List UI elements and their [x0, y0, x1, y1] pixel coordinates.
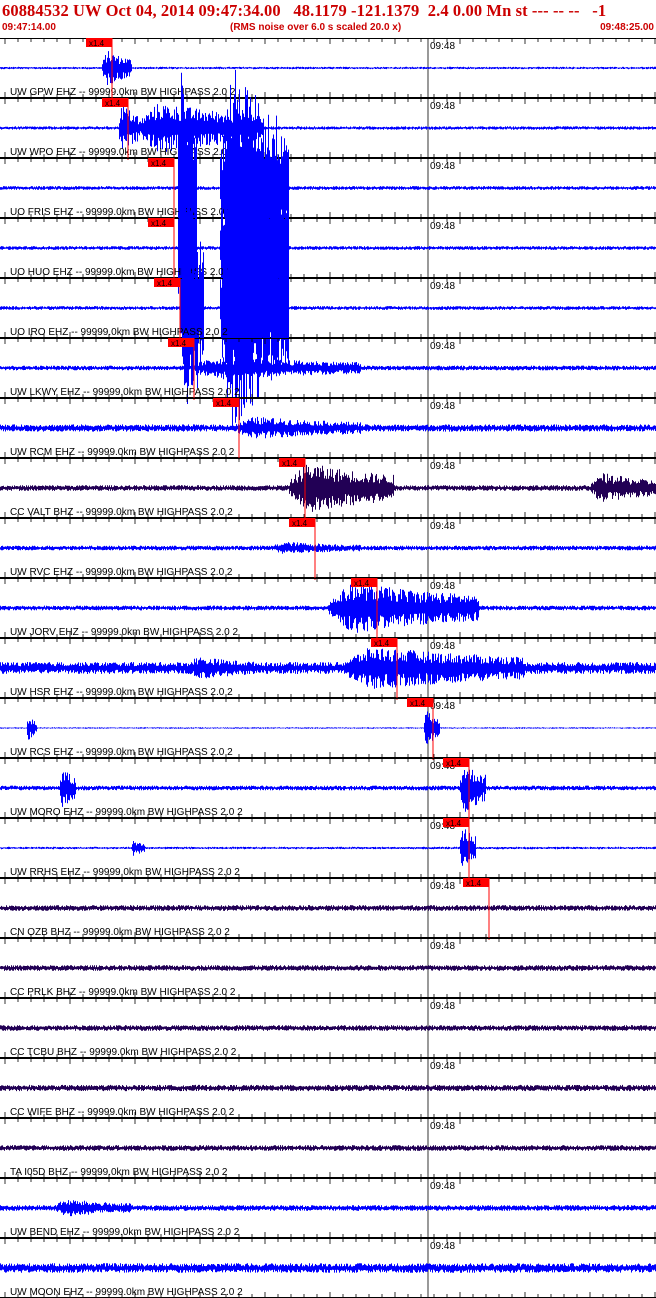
- pick-label: x1.4: [151, 159, 167, 168]
- station-label: UO FRIS EHZ -- 99999.0km BW HIGHPASS 2.0…: [10, 207, 233, 218]
- minute-label: 09:48: [430, 101, 455, 112]
- end-time: 09:48:25.00: [600, 22, 654, 33]
- station-label: CC VALT BHZ -- 99999.0km BW HIGHPASS 2.0…: [10, 507, 233, 518]
- waveform: [0, 464, 656, 512]
- waveform: [0, 905, 656, 911]
- minute-label: 09:48: [430, 941, 455, 952]
- waveform: [0, 1263, 656, 1273]
- trace-row-19: 09:48 UW BEND EHZ -- 99999.0km BW HIGHPAS…: [0, 1178, 656, 1238]
- station-label: UW HSR EHZ -- 99999.0km BW HIGHPASS 2.0 …: [10, 687, 233, 698]
- pick-label: x1.4: [89, 39, 105, 48]
- minute-label: 09:48: [430, 1001, 455, 1012]
- pick-label: x1.4: [216, 399, 232, 408]
- minute-label: 09:48: [430, 581, 455, 592]
- station-label: UW RRHS EHZ -- 99999.0km BW HIGHPASS 2.0…: [10, 867, 240, 878]
- waveform: [0, 1084, 656, 1092]
- minute-label: 09:48: [430, 221, 455, 232]
- station-label: UW RCM EHZ -- 99999.0km BW HIGHPASS 2.0 …: [10, 447, 235, 458]
- waveform: [0, 711, 656, 744]
- waveform: [0, 416, 656, 439]
- station-label: UW RVC EHZ -- 99999.0km BW HIGHPASS 2.0 …: [10, 567, 233, 578]
- pick-label: x1.4: [171, 339, 187, 348]
- waveform: [0, 584, 656, 633]
- pick-label: x1.4: [292, 519, 308, 528]
- station-label: TA I05D BHZ -- 99999.0km BW HIGHPASS 2.0…: [10, 1167, 228, 1178]
- trace-row-11: 09:48 UW RCS EHZ -- 99999.0km BW HIGHPASS…: [0, 698, 656, 760]
- station-label: CN OZB BHZ -- 99999.0km BW HIGHPASS 2.0 …: [10, 927, 230, 938]
- trace-row-20: 09:48 UW MOON EHZ -- 99999.0km BW HIGHPAS…: [0, 1238, 656, 1298]
- station-label: UW LKWY EHZ -- 99999.0km BW HIGHPASS 2.0…: [10, 387, 240, 398]
- minute-label: 09:48: [430, 1121, 455, 1132]
- pick-label: x1.4: [466, 879, 482, 888]
- waveform: [0, 1145, 656, 1151]
- waveform: [0, 1025, 656, 1031]
- pick-label: x1.4: [446, 819, 462, 828]
- minute-label: 09:48: [430, 461, 455, 472]
- trace-row-1: 09:48 UW WPO EHZ -- 99999.0km BW HIGHPASS…: [0, 98, 656, 160]
- trace-row-6: 09:48 UW RCM EHZ -- 99999.0km BW HIGHPASS…: [0, 398, 656, 460]
- event-title: 60884532 UW Oct 04, 2014 09:47:34.00 48.…: [2, 1, 607, 20]
- waveform: [0, 1200, 656, 1217]
- minute-label: 09:48: [430, 41, 455, 52]
- trace-row-15: 09:48 CC PRLK BHZ -- 99999.0km BW HIGHPAS…: [0, 938, 656, 998]
- pick-label: x1.4: [354, 579, 370, 588]
- station-label: UW GPW EHZ -- 99999.0km BW HIGHPASS 2.0 …: [10, 87, 236, 98]
- trace-row-13: 09:48UW RRHS EHZ -- 99999.0km BW HIGHPAS…: [0, 818, 656, 880]
- pick-label: x1.4: [105, 99, 121, 108]
- trace-row-12: 09:48UW MORO EHZ -- 99999.0km BW HIGHPAS…: [0, 758, 656, 820]
- minute-label: 09:48: [430, 881, 455, 892]
- pick-label: x1.4: [157, 279, 173, 288]
- station-label: UW RCS EHZ -- 99999.0km BW HIGHPASS 2.0 …: [10, 747, 233, 758]
- minute-label: 09:48: [430, 1241, 455, 1252]
- trace-row-16: 09:48 CC TCBU BHZ -- 99999.0km BW HIGHPAS…: [0, 998, 656, 1058]
- trace-row-5: 09:48 UW LKWY EHZ -- 99999.0km BW HIGHPAS…: [0, 338, 656, 400]
- start-time: 09:47:14.00: [2, 22, 56, 33]
- trace-row-14: 09:48 CN OZB BHZ -- 99999.0km BW HIGHPASS…: [0, 878, 656, 940]
- minute-label: 09:48: [430, 521, 455, 532]
- minute-label: 09:48: [430, 341, 455, 352]
- waveform: [0, 542, 656, 554]
- trace-row-10: 09:48 UW HSR EHZ -- 99999.0km BW HIGHPASS…: [0, 638, 656, 700]
- station-label: UW MORO EHZ -- 99999.0km BW HIGHPASS 2.0…: [10, 807, 243, 818]
- waveform: [0, 829, 656, 866]
- scale-note: (RMS noise over 6.0 s scaled 20.0 x): [230, 22, 402, 33]
- trace-row-9: 09:48 UW JORV EHZ -- 99999.0km BW HIGHPAS…: [0, 578, 656, 640]
- header: 60884532 UW Oct 04, 2014 09:47:34.00 48.…: [0, 0, 656, 38]
- waveform: [0, 51, 656, 85]
- trace-row-8: 09:48 UW RVC EHZ -- 99999.0km BW HIGHPASS…: [0, 518, 656, 580]
- pick-label: x1.4: [282, 459, 298, 468]
- trace-row-0: 09:48 UW GPW EHZ -- 99999.0km BW HIGHPASS…: [0, 38, 656, 100]
- station-label: CC PRLK BHZ -- 99999.0km BW HIGHPASS 2.0…: [10, 987, 236, 998]
- pick-label: x1.4: [151, 219, 167, 228]
- station-label: UO IRO EHZ -- 99999.0km BW HIGHPASS 2.0 …: [10, 327, 228, 338]
- station-label: UW BEND EHZ -- 99999.0km BW HIGHPASS 2.0…: [10, 1227, 240, 1238]
- minute-label: 09:48: [430, 701, 455, 712]
- station-label: CC TCBU BHZ -- 99999.0km BW HIGHPASS 2.0…: [10, 1047, 237, 1058]
- station-label: CC WIFE BHZ -- 99999.0km BW HIGHPASS 2.0…: [10, 1107, 235, 1118]
- minute-label: 09:48: [430, 281, 455, 292]
- minute-label: 09:48: [430, 161, 455, 172]
- seismogram-plot: 09:48 UW GPW EHZ -- 99999.0km BW HIGHPASS…: [0, 38, 656, 1298]
- station-label: UW MOON EHZ -- 99999.0km BW HIGHPASS 2.0…: [10, 1287, 243, 1298]
- waveform: [0, 357, 656, 380]
- waveform: [0, 965, 656, 971]
- pick-label: x1.4: [374, 639, 390, 648]
- pick-label: x1.4: [446, 759, 462, 768]
- waveform: [0, 104, 656, 152]
- waveform: [0, 648, 656, 689]
- waveform: [0, 769, 656, 812]
- trace-row-17: 09:48 CC WIFE BHZ -- 99999.0km BW HIGHPAS…: [0, 1058, 656, 1118]
- minute-label: 09:48: [430, 1061, 455, 1072]
- minute-label: 09:48: [430, 1181, 455, 1192]
- pick-label: x1.4: [410, 699, 426, 708]
- minute-label: 09:48: [430, 641, 455, 652]
- trace-row-18: 09:48 TA I05D BHZ -- 99999.0km BW HIGHPAS…: [0, 1118, 656, 1178]
- minute-label: 09:48: [430, 401, 455, 412]
- station-label: UW JORV EHZ -- 99999.0km BW HIGHPASS 2.0…: [10, 627, 238, 638]
- trace-row-7: 09:48 CC VALT BHZ -- 99999.0km BW HIGHPAS…: [0, 458, 656, 520]
- station-label: UW WPO EHZ -- 99999.0km BW HIGHPASS 2.0 …: [10, 147, 236, 158]
